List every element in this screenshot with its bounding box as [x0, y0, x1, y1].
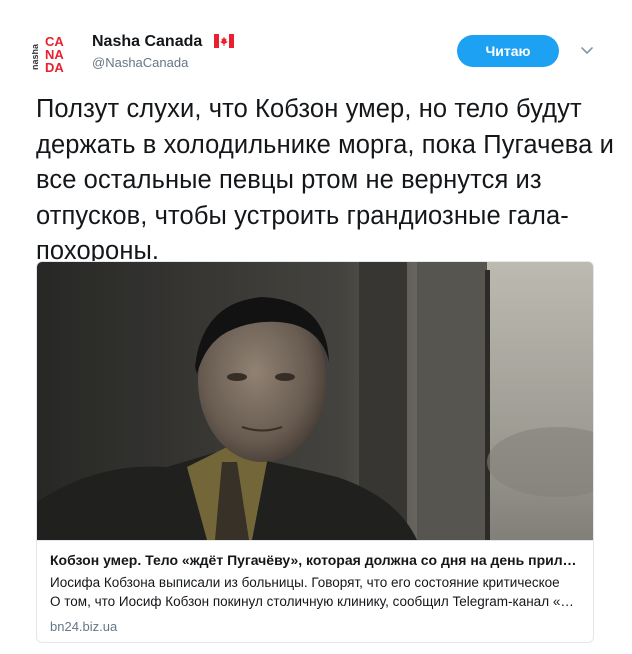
author-handle[interactable]: @NashaCanada	[92, 55, 188, 70]
canada-flag-icon	[214, 34, 234, 48]
card-image	[37, 262, 593, 540]
card-title[interactable]: Кобзон умер. Тело «ждёт Пугачёву», котор…	[50, 551, 583, 569]
card-description-line-2: О том, что Иосиф Кобзон покинул столичну…	[50, 594, 583, 609]
avatar[interactable]: nasha CA NA DA	[32, 30, 78, 76]
follow-button[interactable]: Читаю	[457, 35, 559, 67]
nasha-canada-logo: nasha CA NA DA	[32, 30, 78, 76]
card-domain: bn24.biz.ua	[50, 619, 118, 634]
link-card[interactable]: Кобзон умер. Тело «ждёт Пугачёву», котор…	[36, 261, 594, 643]
card-description-line-1: Иосифа Кобзона выписали из больницы. Гов…	[50, 575, 560, 590]
svg-text:DA: DA	[45, 60, 64, 75]
tweet-text: Ползут слухи, что Кобзон умер, но тело б…	[36, 95, 614, 265]
author-display-name[interactable]: Nasha Canada	[92, 33, 202, 51]
svg-text:nasha: nasha	[32, 43, 40, 70]
chevron-down-icon[interactable]	[580, 44, 594, 58]
card-body: Кобзон умер. Тело «ждёт Пугачёву», котор…	[37, 540, 593, 642]
